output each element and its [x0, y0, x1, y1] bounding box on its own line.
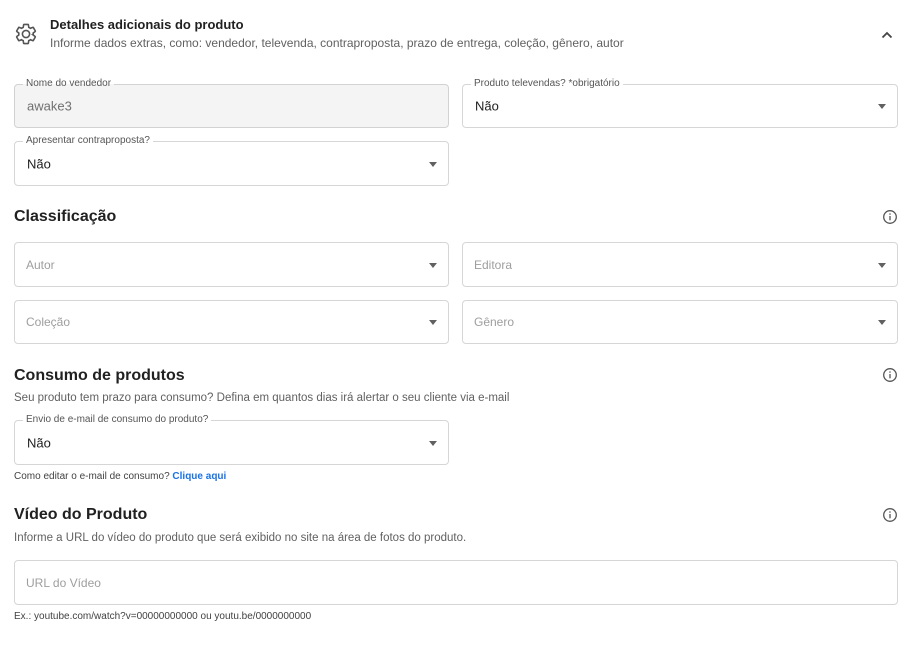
video-url-example: Ex.: youtube.com/watch?v=00000000000 ou … [14, 611, 312, 622]
caret-down-icon [878, 262, 886, 268]
publisher-select[interactable]: Editora [462, 242, 898, 287]
counteroffer-select[interactable]: Apresentar contraproposta? Não [14, 135, 449, 186]
consumption-email-value: Não [27, 435, 51, 450]
consumption-title: Consumo de produtos [14, 367, 185, 384]
seller-name-field: Nome do vendedor awake3 [14, 78, 449, 128]
telesales-select[interactable]: Produto televendas? *obrigatório Não [462, 78, 898, 128]
gear-icon [14, 22, 38, 46]
video-url-placeholder: URL do Vídeo [26, 575, 101, 590]
seller-name-value: awake3 [27, 98, 72, 114]
section-title: Detalhes adicionais do produto [50, 17, 244, 32]
counteroffer-value: Não [27, 156, 51, 171]
seller-name-label: Nome do vendedor [23, 78, 115, 90]
genre-placeholder: Gênero [474, 315, 515, 329]
caret-down-icon [878, 320, 886, 325]
caret-down-icon [878, 104, 886, 109]
publisher-placeholder: Editora [474, 257, 513, 272]
author-select[interactable]: Autor [14, 242, 449, 287]
classification-title: Classificação [14, 208, 117, 225]
section-subtitle: Informe dados extras, como: vendedor, te… [50, 36, 624, 50]
consumption-email-label: Envio de e-mail de consumo do produto? [23, 414, 212, 426]
telesales-value: Não [475, 98, 499, 114]
caret-down-icon [429, 262, 437, 268]
genre-select[interactable]: Gênero [462, 300, 898, 344]
counteroffer-label: Apresentar contraproposta? [23, 135, 153, 147]
info-icon[interactable] [882, 209, 898, 225]
telesales-label: Produto televendas? *obrigatório [471, 78, 623, 90]
video-description: Informe a URL do vídeo do produto que se… [14, 532, 467, 544]
info-icon[interactable] [882, 507, 898, 523]
collection-select[interactable]: Coleção [14, 300, 449, 344]
caret-down-icon [429, 320, 437, 325]
consumption-description: Seu produto tem prazo para consumo? Defi… [14, 392, 510, 404]
consumption-email-select[interactable]: Envio de e-mail de consumo do produto? N… [14, 414, 449, 465]
video-url-field[interactable]: URL do Vídeo [14, 560, 898, 605]
collection-placeholder: Coleção [26, 315, 71, 329]
video-title: Vídeo do Produto [14, 506, 148, 523]
caret-down-icon [429, 161, 437, 167]
consumption-help-text: Como editar o e-mail de consumo? [14, 471, 170, 482]
consumption-help-link[interactable]: Clique aqui [172, 471, 226, 482]
consumption-help: Como editar o e-mail de consumo? Clique … [14, 471, 226, 482]
caret-down-icon [429, 440, 437, 446]
info-icon[interactable] [882, 367, 898, 383]
author-placeholder: Autor [26, 257, 55, 272]
chevron-up-icon[interactable] [876, 24, 898, 46]
